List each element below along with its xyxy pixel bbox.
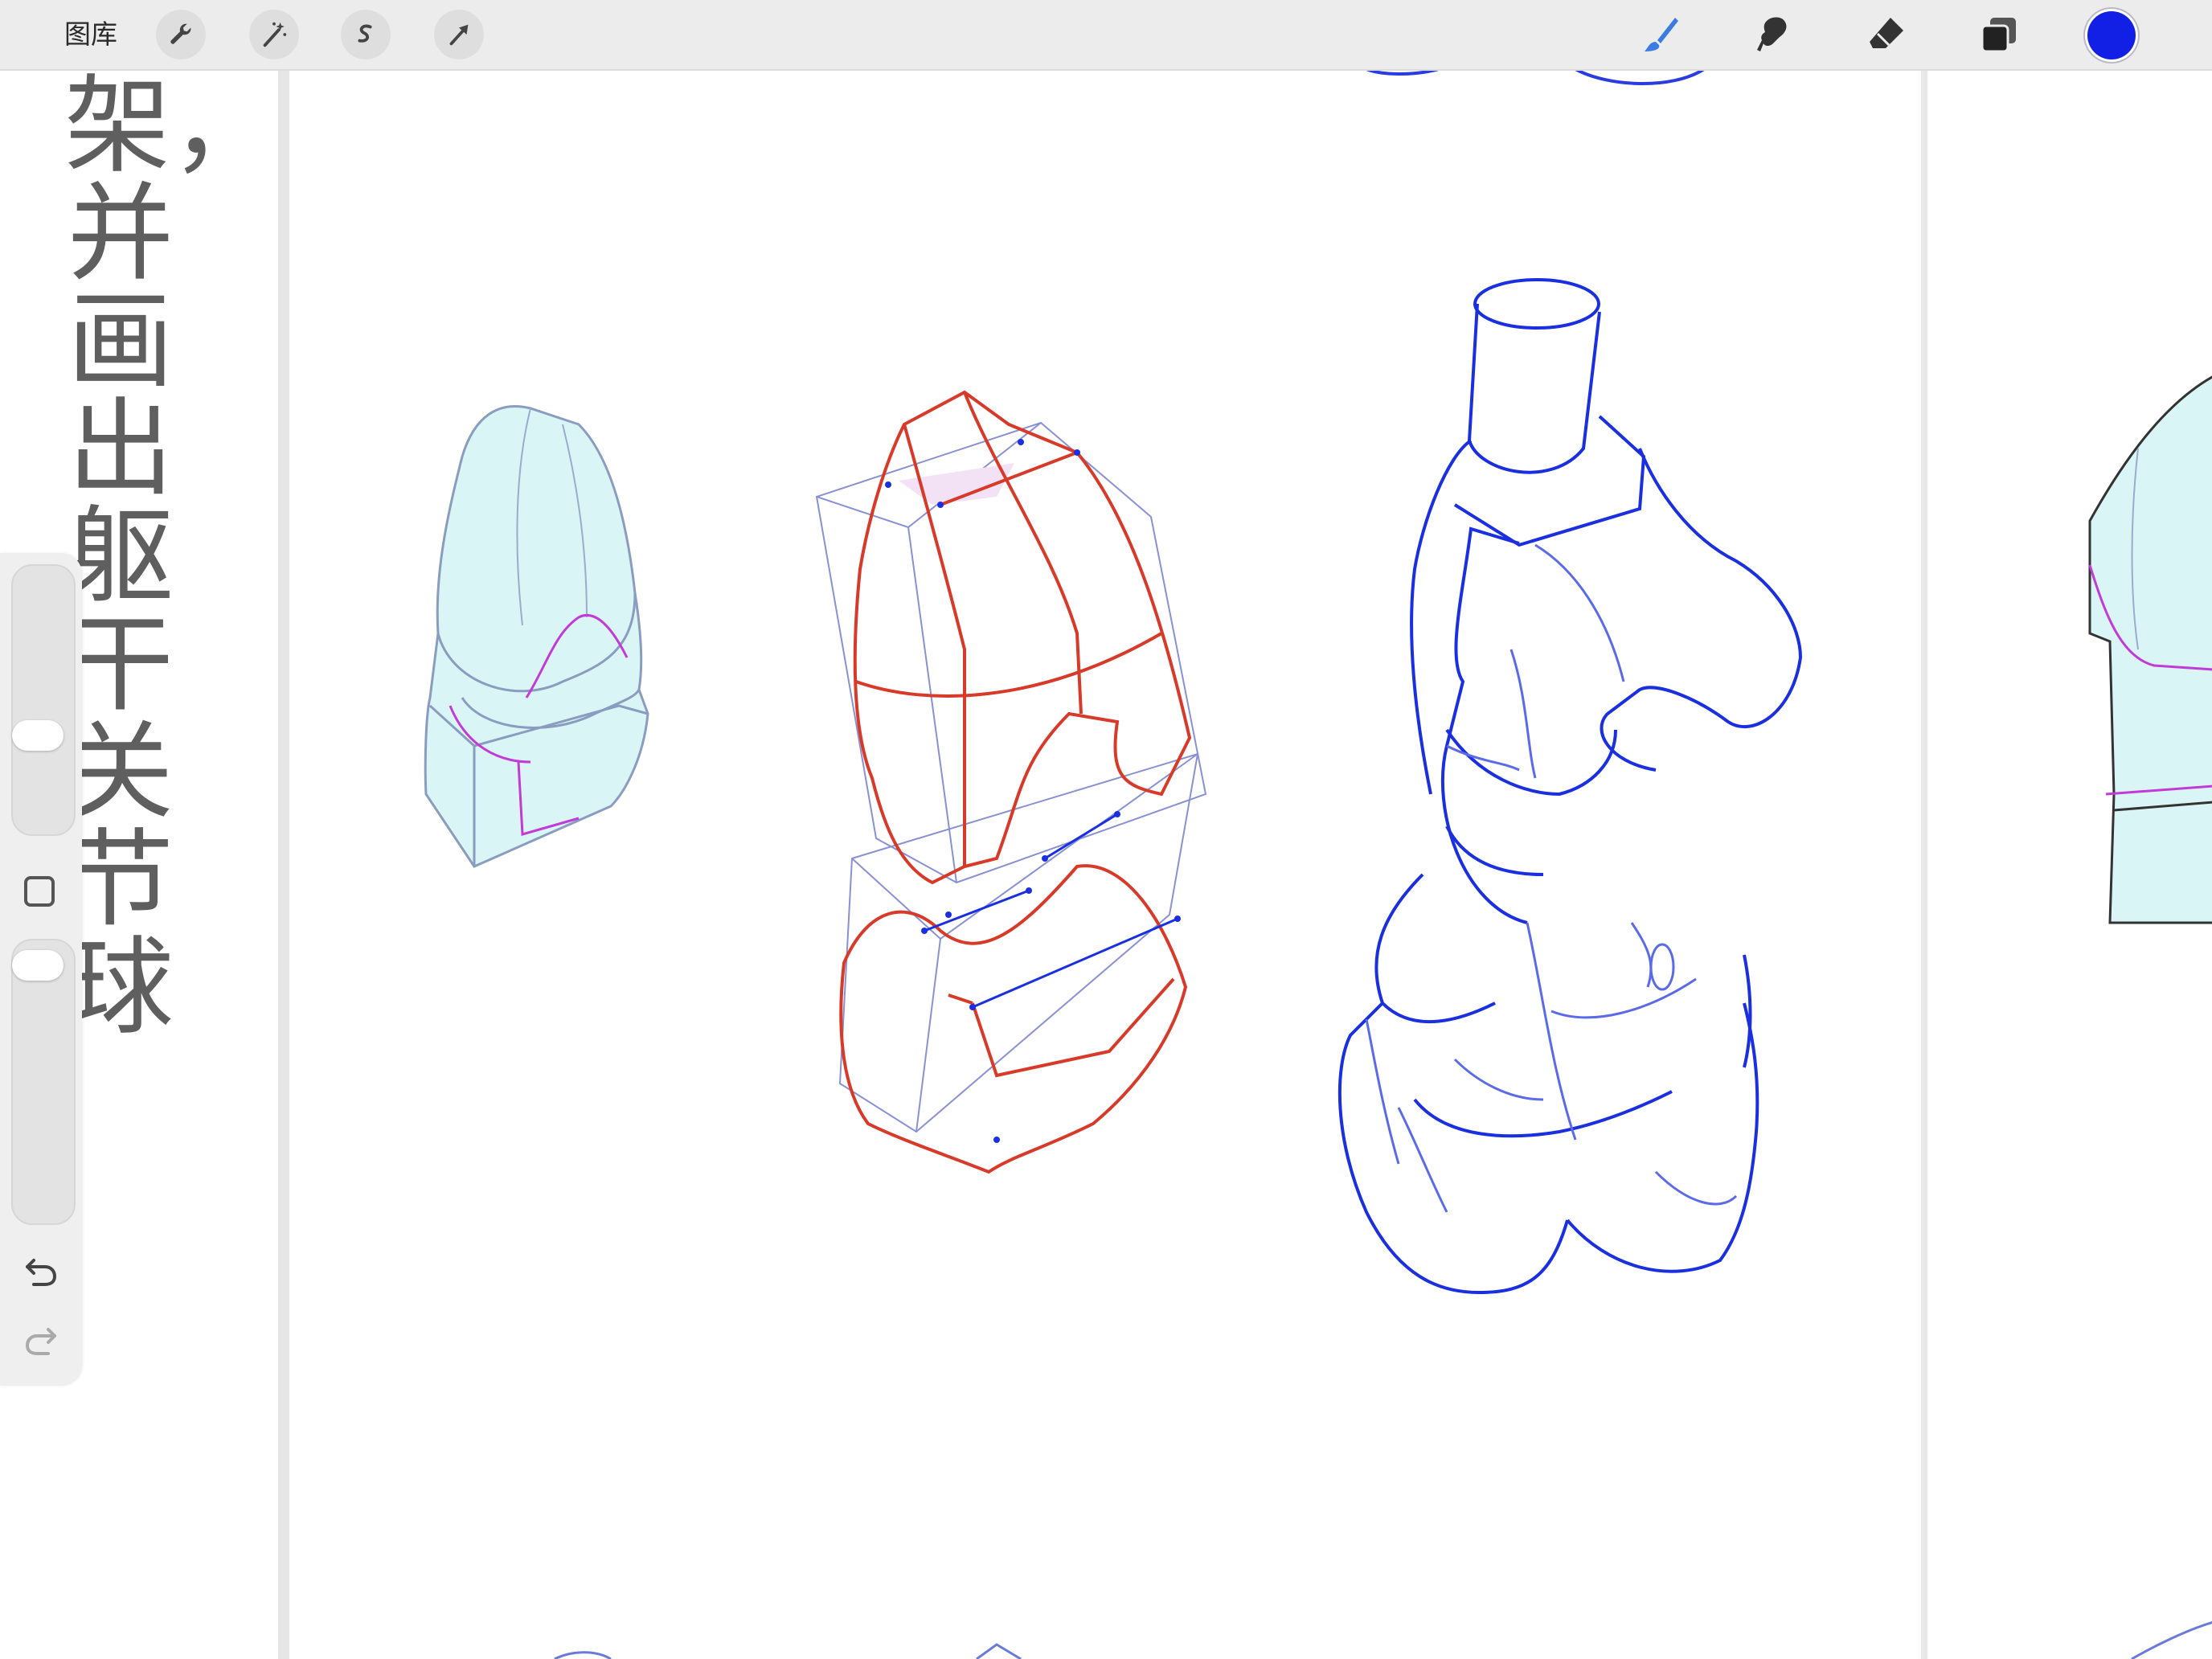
undo-icon[interactable] bbox=[21, 1252, 61, 1292]
brush-icon bbox=[1645, 18, 1678, 51]
cyan-torso-figure bbox=[424, 405, 649, 868]
drawing-canvas[interactable]: 架，并画出躯干关节球 bbox=[0, 71, 2212, 1659]
cyan-partial-figure-right bbox=[2088, 375, 2212, 924]
layers-button[interactable] bbox=[1976, 11, 2022, 58]
smudge-tool-button[interactable] bbox=[1751, 11, 1797, 58]
top-toolbar: 图库 bbox=[0, 0, 2212, 71]
smudge-icon bbox=[1757, 17, 1787, 51]
selection-icon bbox=[358, 24, 372, 43]
transform-button[interactable] bbox=[434, 10, 484, 59]
modify-square-icon[interactable] bbox=[24, 876, 55, 907]
adjustments-button[interactable] bbox=[249, 10, 299, 59]
bottom-edge-strokes bbox=[554, 1621, 2212, 1659]
left-sidebar bbox=[0, 553, 82, 1386]
actions-wrench-button[interactable] bbox=[156, 10, 206, 59]
eraser-icon bbox=[1870, 18, 1903, 48]
transform-arrow-icon bbox=[449, 24, 469, 46]
artwork-layer bbox=[424, 71, 2212, 1659]
eraser-tool-button[interactable] bbox=[1863, 11, 1910, 58]
opacity-slider[interactable] bbox=[11, 939, 76, 1225]
brush-size-thumb[interactable] bbox=[12, 720, 63, 751]
brush-tool-button[interactable] bbox=[1638, 11, 1685, 58]
red-box-figure bbox=[815, 390, 1207, 1174]
magic-wand-icon bbox=[263, 22, 287, 47]
brush-size-slider[interactable] bbox=[11, 564, 76, 836]
gallery-button[interactable]: 图库 bbox=[64, 16, 117, 53]
top-edge-strokes bbox=[1366, 71, 1705, 85]
layers-icon bbox=[1981, 18, 2016, 53]
wrench-icon bbox=[170, 23, 191, 44]
redo-icon[interactable] bbox=[21, 1321, 61, 1362]
color-picker-button[interactable] bbox=[2087, 11, 2136, 59]
selection-button[interactable] bbox=[341, 10, 391, 59]
opacity-thumb[interactable] bbox=[12, 950, 63, 981]
blue-torso-figure bbox=[1337, 278, 1803, 1295]
